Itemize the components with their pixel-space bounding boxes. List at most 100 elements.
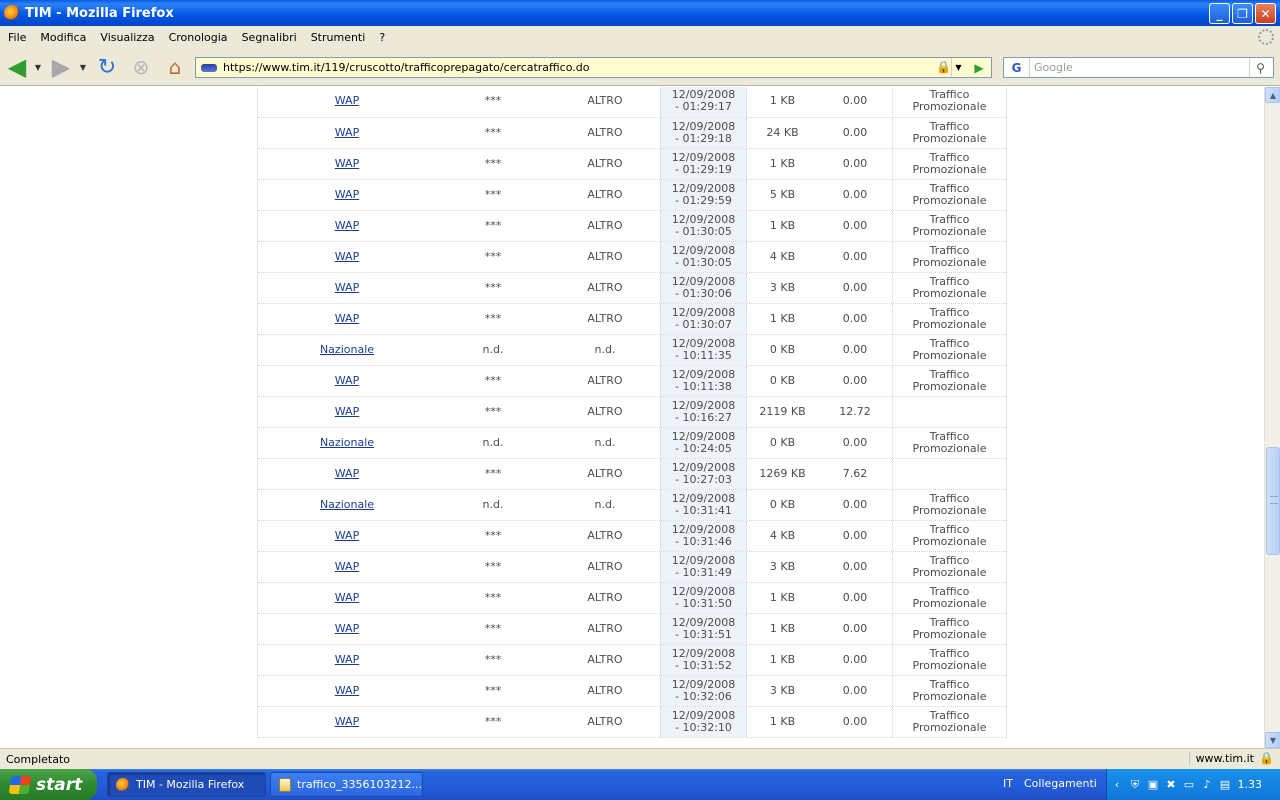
url-history-dropdown-icon[interactable]: ▼ [951, 58, 965, 77]
menu-visualizza[interactable]: Visualizza [94, 31, 160, 44]
start-button[interactable]: start [0, 769, 97, 800]
datetime-cell: 12/09/2008- 10:31:52 [660, 645, 747, 675]
service-link[interactable]: WAP [335, 716, 359, 728]
minimize-button[interactable]: _ [1209, 3, 1230, 24]
table-row: WAP *** ALTRO 12/09/2008- 01:30:07 1 KB 0.00 T… [258, 304, 1006, 335]
service-link[interactable]: WAP [335, 530, 359, 542]
service-link[interactable]: WAP [335, 561, 359, 573]
service-link[interactable]: WAP [335, 623, 359, 635]
service-cell: WAP [258, 211, 436, 241]
service-link[interactable]: WAP [335, 95, 359, 107]
close-button[interactable]: ✕ [1255, 3, 1276, 24]
security-shield-icon[interactable]: ⛨ [1127, 777, 1143, 793]
search-bar[interactable]: G Google ⚲ [1003, 57, 1274, 78]
time-text: - 01:29:18 [675, 132, 732, 145]
service-link[interactable]: WAP [335, 251, 359, 263]
menu-modifica[interactable]: Modifica [34, 31, 92, 44]
firewall-icon[interactable]: ✖ [1163, 777, 1179, 793]
back-dropdown-icon[interactable]: ▼ [33, 52, 43, 82]
service-cell: WAP [258, 304, 436, 334]
url-text[interactable]: https://www.tim.it/119/cruscotto/traffic… [223, 61, 589, 74]
status-padlock-icon[interactable]: 🔒 [1259, 751, 1274, 765]
firefox-icon [4, 5, 20, 21]
service-link[interactable]: WAP [335, 406, 359, 418]
search-placeholder[interactable]: Google [1034, 61, 1073, 74]
service-link[interactable]: Nazionale [320, 437, 374, 449]
service-cell: WAP [258, 645, 436, 675]
time-text: - 10:16:27 [675, 411, 732, 424]
go-icon[interactable]: ▶ [969, 58, 989, 77]
size-cell: 1269 KB [759, 467, 806, 480]
cost-cell: 0.00 [842, 498, 868, 511]
menu-strumenti[interactable]: Strumenti [305, 31, 372, 44]
service-cell: WAP [258, 583, 436, 613]
number-cell: *** [484, 622, 502, 635]
service-link[interactable]: WAP [335, 127, 359, 139]
service-link[interactable]: WAP [335, 375, 359, 387]
size-cell: 24 KB [766, 126, 799, 139]
display-icon[interactable]: ▤ [1217, 777, 1233, 793]
padlock-icon[interactable]: 🔒 [936, 60, 951, 74]
scroll-up-icon[interactable]: ▲ [1265, 87, 1280, 103]
service-link[interactable]: WAP [335, 468, 359, 480]
maximize-button[interactable]: ❐ [1232, 3, 1253, 24]
service-cell: Nazionale [258, 490, 436, 520]
google-engine-icon[interactable]: G [1004, 58, 1030, 77]
volume-icon[interactable]: ♪ [1199, 777, 1215, 793]
service-link[interactable]: WAP [335, 592, 359, 604]
size-cell: 1 KB [769, 653, 796, 666]
menu-segnalibri[interactable]: Segnalibri [236, 31, 303, 44]
battery-icon[interactable]: ▭ [1181, 777, 1197, 793]
service-link[interactable]: WAP [335, 654, 359, 666]
table-row: WAP *** ALTRO 12/09/2008- 10:27:03 1269 KB 7.… [258, 459, 1006, 490]
forward-dropdown-icon[interactable]: ▼ [78, 52, 88, 82]
menu-help[interactable]: ? [373, 31, 391, 44]
service-link[interactable]: WAP [335, 189, 359, 201]
table-row: WAP *** ALTRO 12/09/2008- 10:32:06 3 KB 0.00 T… [258, 676, 1006, 707]
network-icon[interactable]: ▣ [1145, 777, 1161, 793]
service-cell: WAP [258, 366, 436, 396]
reload-icon[interactable]: ↻ [94, 52, 120, 82]
service-link[interactable]: Nazionale [320, 499, 374, 511]
menu-cronologia[interactable]: Cronologia [163, 31, 234, 44]
time-text: - 10:31:49 [675, 566, 732, 579]
menu-file[interactable]: File [2, 31, 32, 44]
links-toolbar[interactable]: Collegamenti [1024, 777, 1097, 790]
note-line-2: Promozionale [912, 721, 987, 734]
service-link[interactable]: WAP [335, 685, 359, 697]
service-link[interactable]: Nazionale [320, 344, 374, 356]
time-text: - 01:30:05 [675, 256, 732, 269]
forward-arrow-icon[interactable]: ▶ [48, 52, 74, 82]
tray-expand-icon[interactable]: ‹ [1109, 777, 1125, 793]
datetime-cell: 12/09/2008- 01:30:06 [660, 273, 747, 303]
number-cell: *** [484, 467, 502, 480]
service-cell: WAP [258, 397, 436, 427]
service-cell: WAP [258, 459, 436, 489]
service-link[interactable]: WAP [335, 313, 359, 325]
home-icon[interactable]: ⌂ [162, 52, 188, 82]
taskbar-item-firefox[interactable]: TIM - Mozilla Firefox [107, 772, 266, 797]
size-cell: 3 KB [769, 684, 796, 697]
datetime-cell: 12/09/2008- 01:29:17 [660, 87, 747, 117]
cost-cell: 0.00 [842, 281, 868, 294]
language-indicator[interactable]: IT [1003, 777, 1013, 790]
note-cell: Traffico Promozionale [892, 614, 1006, 644]
datetime-cell: 12/09/2008- 10:11:38 [660, 366, 747, 396]
magnifier-icon[interactable]: ⚲ [1249, 58, 1271, 77]
table-row: WAP *** ALTRO 12/09/2008- 01:30:05 1 KB 0.00 T… [258, 211, 1006, 242]
scroll-down-icon[interactable]: ▼ [1265, 732, 1280, 748]
number-cell: *** [484, 405, 502, 418]
service-link[interactable]: WAP [335, 158, 359, 170]
cost-cell: 0.00 [842, 374, 868, 387]
size-cell: 0 KB [769, 374, 796, 387]
url-bar[interactable]: https://www.tim.it/119/cruscotto/traffic… [195, 57, 992, 78]
stop-icon[interactable]: ⊗ [128, 52, 154, 82]
table-row: WAP *** ALTRO 12/09/2008- 10:31:50 1 KB 0.00 T… [258, 583, 1006, 614]
note-line-2: Promozionale [912, 380, 987, 393]
back-arrow-icon[interactable]: ◀ [4, 52, 30, 82]
service-link[interactable]: WAP [335, 220, 359, 232]
service-link[interactable]: WAP [335, 282, 359, 294]
vertical-scrollbar[interactable]: ▲ ▼ [1264, 87, 1280, 748]
taskbar-item-traffico[interactable]: traffico_3356103212... [270, 772, 423, 797]
scroll-thumb[interactable] [1266, 447, 1280, 555]
